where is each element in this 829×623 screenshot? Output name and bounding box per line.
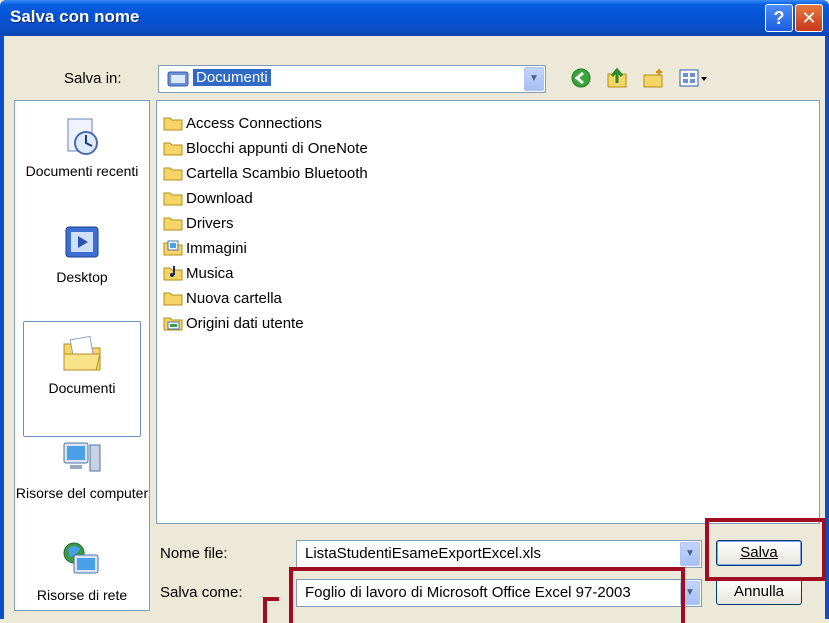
list-item[interactable]: Musica: [163, 262, 234, 284]
filetype-label: Salva come:: [160, 584, 243, 601]
network-icon: [63, 542, 99, 574]
computer-icon: [63, 442, 101, 472]
list-item[interactable]: Access Connections: [163, 112, 322, 134]
pictures-folder-icon: [163, 240, 183, 256]
up-folder-icon[interactable]: [606, 67, 628, 89]
filename-label: Nome file:: [160, 545, 228, 562]
list-item[interactable]: Drivers: [163, 212, 234, 234]
folder-icon: [163, 117, 183, 131]
places-bar: Documenti recenti Desktop Documenti Riso…: [14, 100, 150, 611]
highlight-corner-mark: [263, 597, 279, 623]
list-item[interactable]: Immagini: [163, 237, 247, 259]
place-label: Risorse di rete: [36, 587, 128, 603]
folder-icon: [163, 217, 183, 231]
place-label: Risorse del computer: [15, 485, 149, 501]
chevron-down-icon[interactable]: ▼: [524, 67, 544, 91]
list-item[interactable]: Cartella Scambio Bluetooth: [163, 162, 368, 184]
place-my-computer[interactable]: Risorse del computer: [15, 437, 149, 502]
data-sources-folder-icon: [163, 317, 183, 331]
toolbar: [570, 66, 708, 90]
filename-input[interactable]: ListaStudentiEsameExportExcel.xls ▼: [296, 540, 702, 568]
back-icon[interactable]: [570, 67, 592, 89]
close-button[interactable]: ✕: [795, 4, 823, 32]
place-network[interactable]: Risorse di rete: [15, 539, 149, 604]
window-frame-left: [0, 36, 4, 619]
place-label: Desktop: [56, 269, 108, 285]
window-title: Salva con nome: [10, 7, 140, 26]
chevron-down-icon[interactable]: ▼: [680, 581, 700, 605]
new-folder-icon[interactable]: [642, 67, 664, 89]
place-documents[interactable]: Documenti: [23, 321, 141, 437]
documents-folder-icon: [167, 71, 189, 87]
save-in-value: Documenti: [193, 69, 271, 86]
folder-icon: [163, 292, 183, 306]
cancel-button[interactable]: Annulla: [716, 579, 802, 605]
list-item[interactable]: Origini dati utente: [163, 312, 304, 334]
place-label: Documenti recenti: [25, 163, 139, 179]
recent-documents-icon: [67, 118, 98, 155]
view-menu-icon[interactable]: [678, 67, 708, 89]
title-bar: Salva con nome ? ✕: [0, 0, 829, 36]
file-list[interactable]: Access Connections Blocchi appunti di On…: [156, 100, 820, 524]
folder-icon: [163, 142, 183, 156]
list-item[interactable]: Download: [163, 187, 253, 209]
music-folder-icon: [163, 266, 183, 281]
desktop-icon: [65, 226, 99, 258]
chevron-down-icon[interactable]: ▼: [680, 542, 700, 566]
place-label: Documenti: [48, 380, 116, 396]
save-in-dropdown[interactable]: Documenti ▼: [158, 65, 546, 93]
list-item[interactable]: Blocchi appunti di OneNote: [163, 137, 368, 159]
filetype-dropdown[interactable]: Foglio di lavoro di Microsoft Office Exc…: [296, 579, 702, 607]
folder-icon: [163, 167, 183, 181]
filetype-value: Foglio di lavoro di Microsoft Office Exc…: [305, 584, 631, 601]
save-button[interactable]: Salva: [716, 540, 802, 566]
window-frame-right: [825, 36, 829, 619]
place-recent-documents[interactable]: Documenti recenti: [15, 115, 149, 180]
list-item[interactable]: Nuova cartella: [163, 287, 282, 309]
place-desktop[interactable]: Desktop: [15, 221, 149, 286]
folder-icon: [163, 192, 183, 206]
filename-value: ListaStudentiEsameExportExcel.xls: [305, 545, 541, 562]
help-button[interactable]: ?: [765, 4, 793, 32]
save-in-label: Salva in:: [64, 70, 122, 87]
documents-icon: [63, 335, 101, 371]
